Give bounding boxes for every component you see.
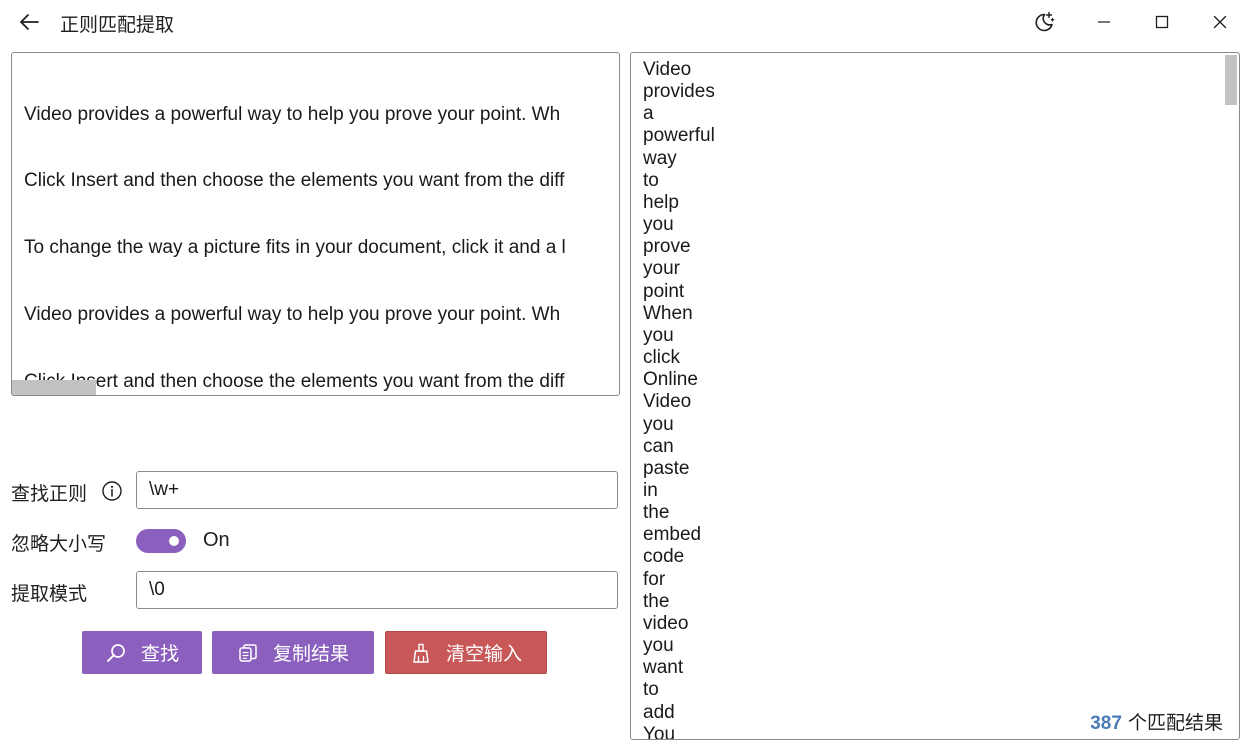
result-item: you [643, 324, 674, 346]
source-text: Video provides a powerful way to help yo… [24, 59, 614, 395]
result-item: add [643, 701, 675, 723]
broom-icon [410, 642, 432, 664]
regex-input[interactable]: \w+ [136, 471, 618, 509]
result-item: the [643, 502, 670, 524]
toggle-knob [169, 536, 179, 546]
result-item: your [643, 258, 680, 280]
result-item: can [643, 435, 674, 457]
close-icon [1213, 15, 1227, 29]
copy-results-button[interactable]: 复制结果 [212, 631, 374, 674]
source-line: Click Insert and then choose the element… [24, 371, 565, 393]
result-item: you [643, 214, 674, 236]
result-item: prove [643, 236, 691, 258]
result-item: you [643, 635, 674, 657]
result-item: to [643, 169, 659, 191]
result-item: video [643, 612, 689, 634]
result-item: point [643, 280, 685, 302]
result-item: provides [643, 81, 715, 103]
window-title: 正则匹配提取 [60, 14, 175, 36]
clear-button-label: 清空输入 [445, 643, 522, 665]
maximize-icon [1155, 15, 1169, 29]
source-line: Click Insert and then choose the element… [24, 170, 565, 192]
back-button[interactable] [14, 8, 44, 36]
minimize-icon [1098, 21, 1110, 23]
result-item: When [643, 302, 693, 324]
result-item: help [643, 191, 679, 213]
ignore-case-state: On [203, 529, 230, 551]
result-item: Video [643, 59, 692, 80]
source-line: Video provides a powerful way to help yo… [24, 103, 561, 125]
pattern-input[interactable]: \0 [136, 571, 618, 609]
source-text-area[interactable]: Video provides a powerful way to help yo… [11, 52, 620, 396]
result-item: paste [643, 457, 690, 479]
result-item: to [643, 679, 659, 701]
close-button[interactable] [1197, 6, 1243, 38]
result-item: embed [643, 524, 702, 546]
theme-toggle-button[interactable] [1021, 6, 1067, 38]
result-item: way [643, 147, 677, 169]
search-icon [105, 642, 127, 664]
ignore-case-label: 忽略大小写 [11, 533, 107, 555]
vertical-scrollbar-thumb[interactable] [1225, 55, 1237, 105]
regex-label: 查找正则 [11, 483, 88, 505]
match-count: 387 个匹配结果 [1086, 708, 1223, 735]
match-count-suffix: 个匹配结果 [1127, 712, 1223, 734]
result-item: the [643, 590, 670, 612]
results-list: Video provides a powerful way to help you prove y… [643, 59, 715, 740]
results-panel[interactable]: Video provides a powerful way to help you prove y… [630, 52, 1240, 740]
clear-input-button[interactable]: 清空输入 [385, 631, 547, 674]
title-bar: 正则匹配提取 [0, 0, 1250, 44]
search-button-label: 查找 [140, 643, 179, 665]
result-item: a [643, 103, 654, 125]
match-count-number: 387 [1090, 713, 1122, 734]
search-button[interactable]: 查找 [82, 631, 202, 674]
pattern-label: 提取模式 [11, 583, 88, 605]
source-line: To change the way a picture fits in your… [24, 237, 566, 259]
result-item: in [643, 479, 658, 501]
copy-button-label: 复制结果 [272, 643, 349, 665]
result-item: powerful [643, 125, 715, 147]
arrow-left-icon [20, 14, 39, 30]
source-line: Video provides a powerful way to help yo… [24, 304, 561, 326]
info-icon[interactable] [101, 480, 123, 502]
result-item: code [643, 546, 685, 568]
result-item: Online [643, 369, 698, 391]
result-item: Video [643, 391, 692, 413]
ignore-case-toggle[interactable] [136, 529, 186, 553]
result-item: click [643, 347, 680, 369]
minimize-button[interactable] [1081, 6, 1127, 38]
moon-sparkle-icon [1035, 11, 1055, 32]
copy-icon [237, 642, 259, 664]
horizontal-scrollbar-thumb[interactable] [12, 380, 96, 395]
result-item: want [643, 657, 684, 679]
result-item: for [643, 568, 666, 590]
result-item: You [643, 723, 676, 740]
result-item: you [643, 413, 674, 435]
maximize-button[interactable] [1139, 6, 1185, 38]
